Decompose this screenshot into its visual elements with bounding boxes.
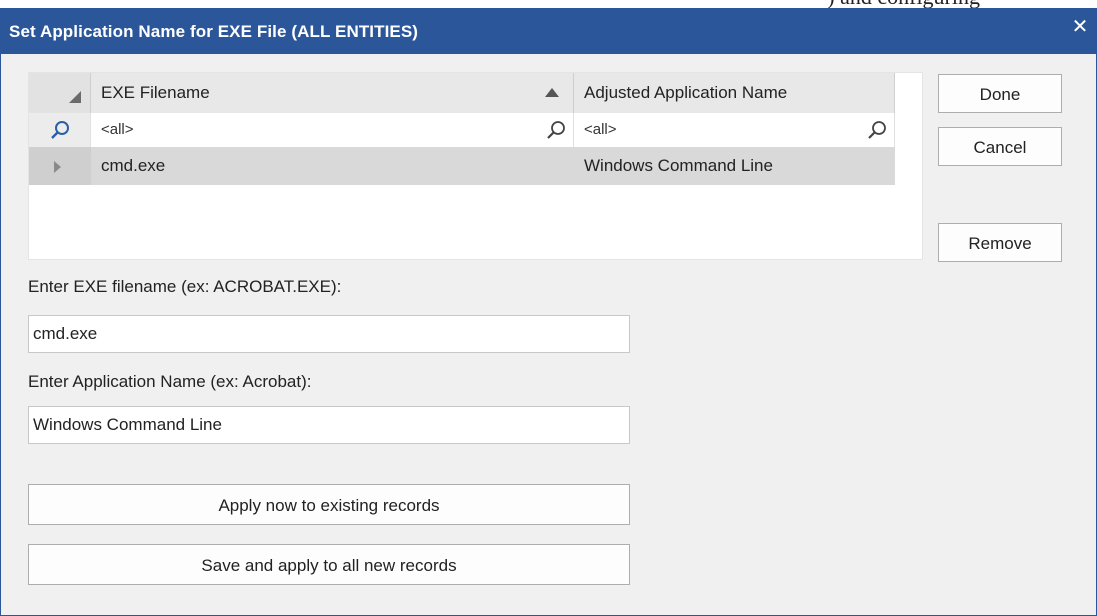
exe-mapping-grid: EXE Filename Adjusted Application Name <… (28, 72, 923, 260)
filter-row-indicator (29, 113, 91, 147)
set-application-name-dialog: Set Application Name for EXE File (ALL E… (0, 8, 1097, 616)
search-icon (547, 121, 565, 139)
apply-now-button[interactable]: Apply now to existing records (28, 484, 630, 525)
dialog-titlebar: Set Application Name for EXE File (ALL E… (1, 9, 1096, 54)
sort-ascending-icon (545, 88, 559, 97)
table-row[interactable]: cmd.exe Windows Command Line (29, 147, 895, 185)
column-header-application-name[interactable]: Adjusted Application Name (574, 73, 895, 113)
column-header-label: Adjusted Application Name (584, 83, 788, 102)
filter-cell-application-name[interactable]: <all> (574, 113, 895, 147)
corner-triangle-icon (69, 91, 81, 103)
column-header-label: EXE Filename (101, 83, 210, 102)
remove-button[interactable]: Remove (938, 223, 1062, 262)
exe-filename-field[interactable] (28, 315, 630, 353)
row-indicator (29, 147, 91, 185)
exe-filename-label: Enter EXE filename (ex: ACROBAT.EXE): (28, 277, 342, 296)
grid-header-row: EXE Filename Adjusted Application Name (29, 73, 895, 114)
row-pointer-icon (54, 161, 61, 173)
close-icon: ✕ (1071, 16, 1089, 38)
search-icon (51, 121, 69, 139)
dialog-title: Set Application Name for EXE File (ALL E… (9, 22, 419, 41)
application-name-label: Enter Application Name (ex: Acrobat): (28, 372, 312, 391)
search-icon (868, 121, 886, 139)
done-button[interactable]: Done (938, 74, 1062, 113)
select-all-corner[interactable] (29, 73, 91, 113)
background-text-fragment: ) and configuring (560, 0, 980, 8)
close-button[interactable]: ✕ (1068, 15, 1092, 39)
grid-filter-row: <all> <all> (29, 113, 895, 148)
filter-value: <all> (101, 121, 134, 138)
cancel-button[interactable]: Cancel (938, 127, 1062, 166)
cell-application-name[interactable]: Windows Command Line (574, 147, 895, 185)
column-header-exe-filename[interactable]: EXE Filename (91, 73, 574, 113)
filter-value: <all> (584, 121, 617, 138)
cell-exe-filename[interactable]: cmd.exe (91, 147, 574, 185)
filter-cell-exe-filename[interactable]: <all> (91, 113, 574, 147)
save-and-apply-button[interactable]: Save and apply to all new records (28, 544, 630, 585)
application-name-field[interactable] (28, 406, 630, 444)
